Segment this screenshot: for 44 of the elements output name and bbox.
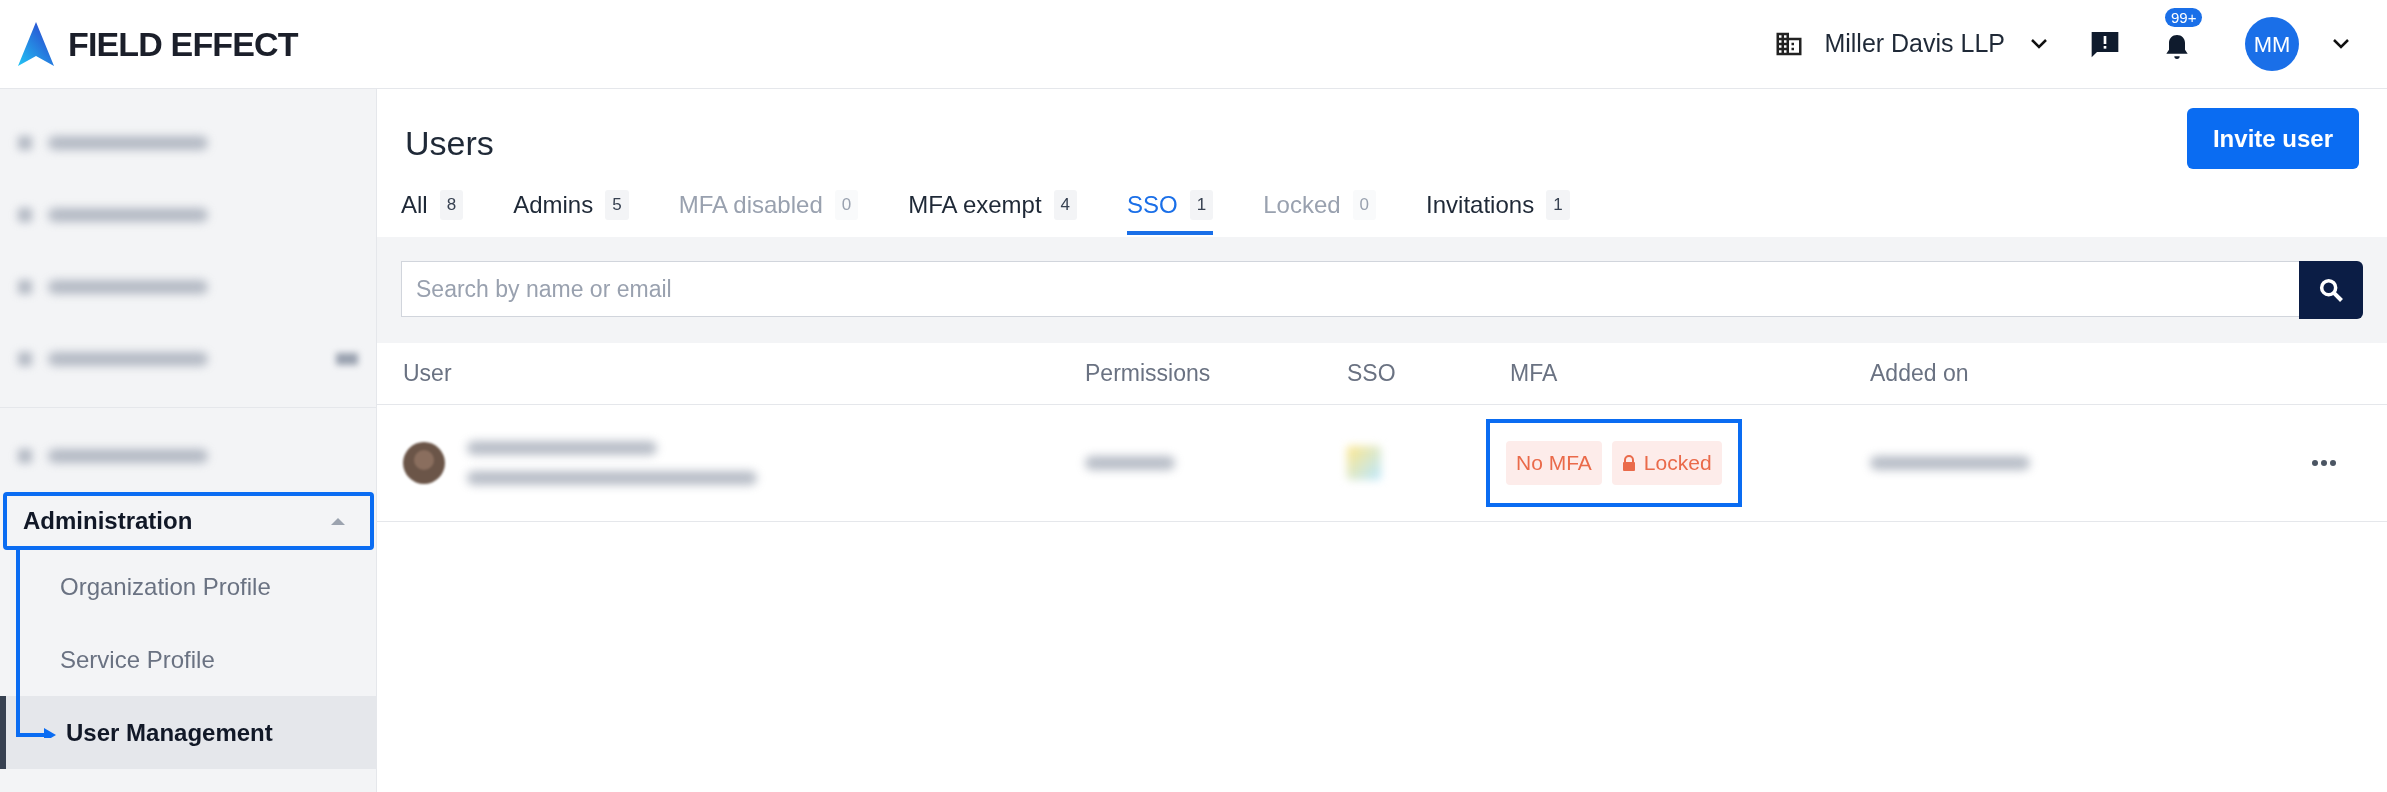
more-options-button[interactable] <box>2311 459 2337 467</box>
search-field[interactable]: Search by name or email <box>401 261 2301 317</box>
filter-tab[interactable]: Admins 5 <box>513 179 629 235</box>
tab-count: 1 <box>1189 190 1214 220</box>
page-title: Users <box>405 123 494 164</box>
blurred-icon <box>18 208 32 222</box>
tab-count: 5 <box>605 190 629 220</box>
invite-user-button[interactable]: Invite user <box>2186 108 2359 169</box>
more-icon <box>2311 459 2337 467</box>
sidebar-subitem[interactable]: User Management <box>0 696 376 769</box>
blurred-icon <box>18 280 32 294</box>
sidebar-subitem[interactable]: Service Profile <box>0 623 376 696</box>
tab-count: 0 <box>834 190 859 220</box>
logo-icon <box>16 20 56 68</box>
sidebar-section[interactable]: Administration <box>3 492 374 550</box>
tab-count: 4 <box>1053 190 1078 220</box>
column-header: User <box>402 359 453 389</box>
avatar[interactable]: MM <box>2245 17 2299 71</box>
tab-count: 0 <box>1352 190 1377 220</box>
search-button[interactable] <box>2299 261 2363 319</box>
caret-up-icon <box>330 516 346 526</box>
mfa-badge: Locked <box>1611 441 1722 485</box>
blurred-icon <box>18 449 32 463</box>
chevron-down-icon <box>2029 37 2049 51</box>
tab-count: 8 <box>439 190 464 220</box>
column-header: Added on <box>1869 359 1970 389</box>
column-header: SSO <box>1346 359 1397 389</box>
blurred-icon <box>18 136 32 150</box>
mfa-badge: No MFA <box>1506 441 1602 485</box>
blurred-icon <box>18 352 32 366</box>
filter-tab[interactable]: MFA exempt 4 <box>908 179 1078 235</box>
blurred-sso-icon <box>1347 446 1381 480</box>
column-header: MFA <box>1509 359 1559 389</box>
filter-tab[interactable]: All 8 <box>401 179 464 235</box>
brand-name: FIELD EFFECT <box>68 23 298 65</box>
column-header: Permissions <box>1084 359 1212 389</box>
chevron-down-icon[interactable] <box>2331 37 2351 51</box>
organization-selector[interactable]: Miller Davis LLP <box>1824 25 2049 63</box>
search-icon <box>2317 276 2345 304</box>
sidebar-subitem[interactable]: Organization Profile <box>0 550 376 623</box>
tab-count: 1 <box>1546 190 1570 220</box>
notification-count: 99+ <box>2165 8 2203 27</box>
filter-tab[interactable]: Invitations 1 <box>1426 179 1570 235</box>
lock-icon <box>1621 455 1636 471</box>
